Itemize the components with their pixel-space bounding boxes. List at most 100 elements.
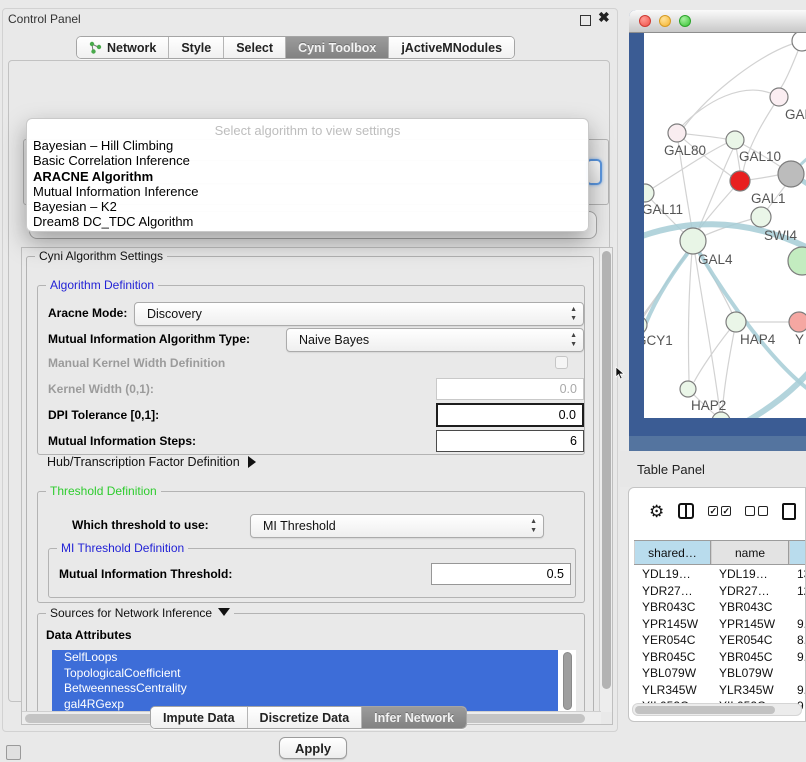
table-row[interactable]: YBL079WYBL079W [634,665,806,682]
network-node-GAL11[interactable] [644,184,654,202]
network-window-titlebar[interactable] [629,10,806,33]
close-panel-icon[interactable]: ✖ [598,9,610,26]
table-row[interactable]: YDR27…YDR27…12 [634,583,806,600]
table-cell: YPR145W [711,616,789,633]
tab-network[interactable]: Network [77,37,169,58]
table-row[interactable]: YBR043CYBR043C [634,599,806,616]
node-label-GAL4: GAL4 [698,252,733,267]
attribute-item-topologicalcoefficient[interactable]: TopologicalCoefficient [52,666,558,682]
network-node-gray-node[interactable] [778,161,804,187]
table-cell: 9. [789,682,806,699]
dropdown-item-aracne-algorithm[interactable]: ARACNE Algorithm [27,169,588,184]
table-cell: YER054C [711,632,789,649]
table-row[interactable]: YLR345WYLR345W9. [634,682,806,699]
table-row[interactable]: YDL19…YDL19…13 [634,566,806,583]
close-window-icon[interactable] [639,15,651,27]
mi-threshold-field[interactable]: 0.5 [431,563,571,585]
aracne-mode-combo[interactable]: Discovery ▲▼ [134,302,584,326]
cyni-toolbox-panel: galFiltered.sif default node Select algo… [8,60,610,702]
node-label-GAL10: GAL10 [739,149,781,164]
apply-button[interactable]: Apply [279,737,347,759]
network-node-GAL4[interactable] [680,228,706,254]
table-row[interactable]: YBR045CYBR045C9. [634,649,806,666]
network-view-window: GALGAL80GAL10GAL1GAL11SWI4GAL4GCY1HAP4YH… [629,10,806,451]
dropdown-item-basic-correlation-inference[interactable]: Basic Correlation Inference [27,153,588,168]
table-row[interactable]: YPR145WYPR145W9. [634,616,806,633]
tab-label: Discretize Data [260,711,350,725]
table-cell: YBL079W [711,665,789,682]
hub-definition-expander[interactable]: Hub/Transcription Factor Definition [47,455,256,469]
mi-steps-field[interactable]: 6 [436,430,584,452]
dpi-tolerance-field[interactable]: 0.0 [436,403,584,427]
manual-kernel-label: Manual Kernel Width Definition [48,356,225,370]
columns-icon[interactable] [678,503,694,519]
tab-jactivemnodules[interactable]: jActiveMNodules [389,37,514,58]
expander-arrow-icon [248,456,256,468]
column-header-shared-[interactable]: shared… [634,541,711,564]
scrollbar-thumb[interactable] [602,251,611,689]
tab-label: jActiveMNodules [401,41,502,55]
table-cell: YDR27… [711,583,789,600]
table-cell [789,665,806,682]
network-node-node-top[interactable] [792,33,806,51]
sources-group-title[interactable]: Sources for Network Inference [46,606,234,620]
network-node-green-right[interactable] [788,247,806,275]
minimized-panel-button[interactable] [6,745,21,760]
table-header-row: shared…name [634,540,806,565]
attributes-list-scrollbar[interactable] [563,652,572,710]
network-edge[interactable] [694,322,736,382]
mi-type-combo[interactable]: Naive Bayes ▲▼ [286,328,584,352]
tab-discretize-data[interactable]: Discretize Data [248,707,363,728]
tab-infer-network[interactable]: Infer Network [362,707,466,728]
algorithm-dropdown-popup: Select algorithm to view settings Bayesi… [26,118,589,232]
network-node-salmon-node[interactable] [789,312,806,332]
which-threshold-combo[interactable]: MI Threshold ▲▼ [250,514,544,538]
tab-label: Impute Data [163,711,235,725]
cyni-settings-group-title: Cyni Algorithm Settings [35,249,167,263]
network-node-GAL10[interactable] [726,131,744,149]
dropdown-item-dream8-dc-tdc-algorithm[interactable]: Dream8 DC_TDC Algorithm [27,214,588,229]
network-icon [89,41,102,54]
minimize-window-icon[interactable] [659,15,671,27]
network-node-GAL[interactable] [770,88,788,106]
network-node-GAL1[interactable] [730,171,750,191]
dropdown-item-bayesian-k2[interactable]: Bayesian – K2 [27,199,588,214]
manual-kernel-checkbox[interactable] [555,356,568,369]
tab-style[interactable]: Style [169,37,224,58]
document-icon[interactable] [782,503,796,520]
tab-label: Cyni Toolbox [298,41,376,55]
network-node-GAL80[interactable] [668,124,686,142]
dpi-tolerance-label: DPI Tolerance [0,1]: [48,408,159,422]
float-window-icon[interactable] [580,15,591,26]
network-edge[interactable] [688,241,693,381]
gear-icon[interactable]: ⚙ [649,503,664,520]
tab-label: Infer Network [374,711,454,725]
column-header-2[interactable] [789,541,806,564]
aracne-mode-label: Aracne Mode: [48,306,127,320]
table-row[interactable]: YER054CYER054C8. [634,632,806,649]
control-panel-title: Control Panel [8,12,81,26]
network-node-HAP2[interactable] [680,381,696,397]
zoom-window-icon[interactable] [679,15,691,27]
tab-select[interactable]: Select [224,37,286,58]
settings-vertical-scrollbar[interactable] [599,248,612,712]
network-node-SWI4[interactable] [751,207,771,227]
scrollbar-thumb[interactable] [635,706,775,714]
table-horizontal-scrollbar[interactable] [632,703,802,716]
tab-cyni-toolbox[interactable]: Cyni Toolbox [286,37,389,58]
column-header-name[interactable]: name [711,541,789,564]
tab-impute-data[interactable]: Impute Data [151,707,248,728]
combo-arrows-icon: ▲▼ [570,331,577,349]
dropdown-item-mutual-information-inference[interactable]: Mutual Information Inference [27,184,588,199]
attribute-item-betweennesscentrality[interactable]: BetweennessCentrality [52,681,558,697]
deselect-all-icon[interactable] [745,506,768,516]
attribute-item-selfloops[interactable]: SelfLoops [52,650,558,666]
network-window-bottom-frame [629,436,806,451]
select-all-icon[interactable]: ✓✓ [708,506,731,516]
kernel-width-field[interactable]: 0.0 [436,378,584,400]
network-canvas[interactable]: GALGAL80GAL10GAL1GAL11SWI4GAL4GCY1HAP4YH… [644,33,806,418]
network-node-HAP4[interactable] [726,312,746,332]
combo-arrows-icon: ▲▼ [570,305,577,323]
dropdown-item-bayesian-hill-climbing[interactable]: Bayesian – Hill Climbing [27,138,588,153]
table-body: YDL19…YDL19…13YDR27…YDR27…12YBR043CYBR04… [634,566,806,715]
